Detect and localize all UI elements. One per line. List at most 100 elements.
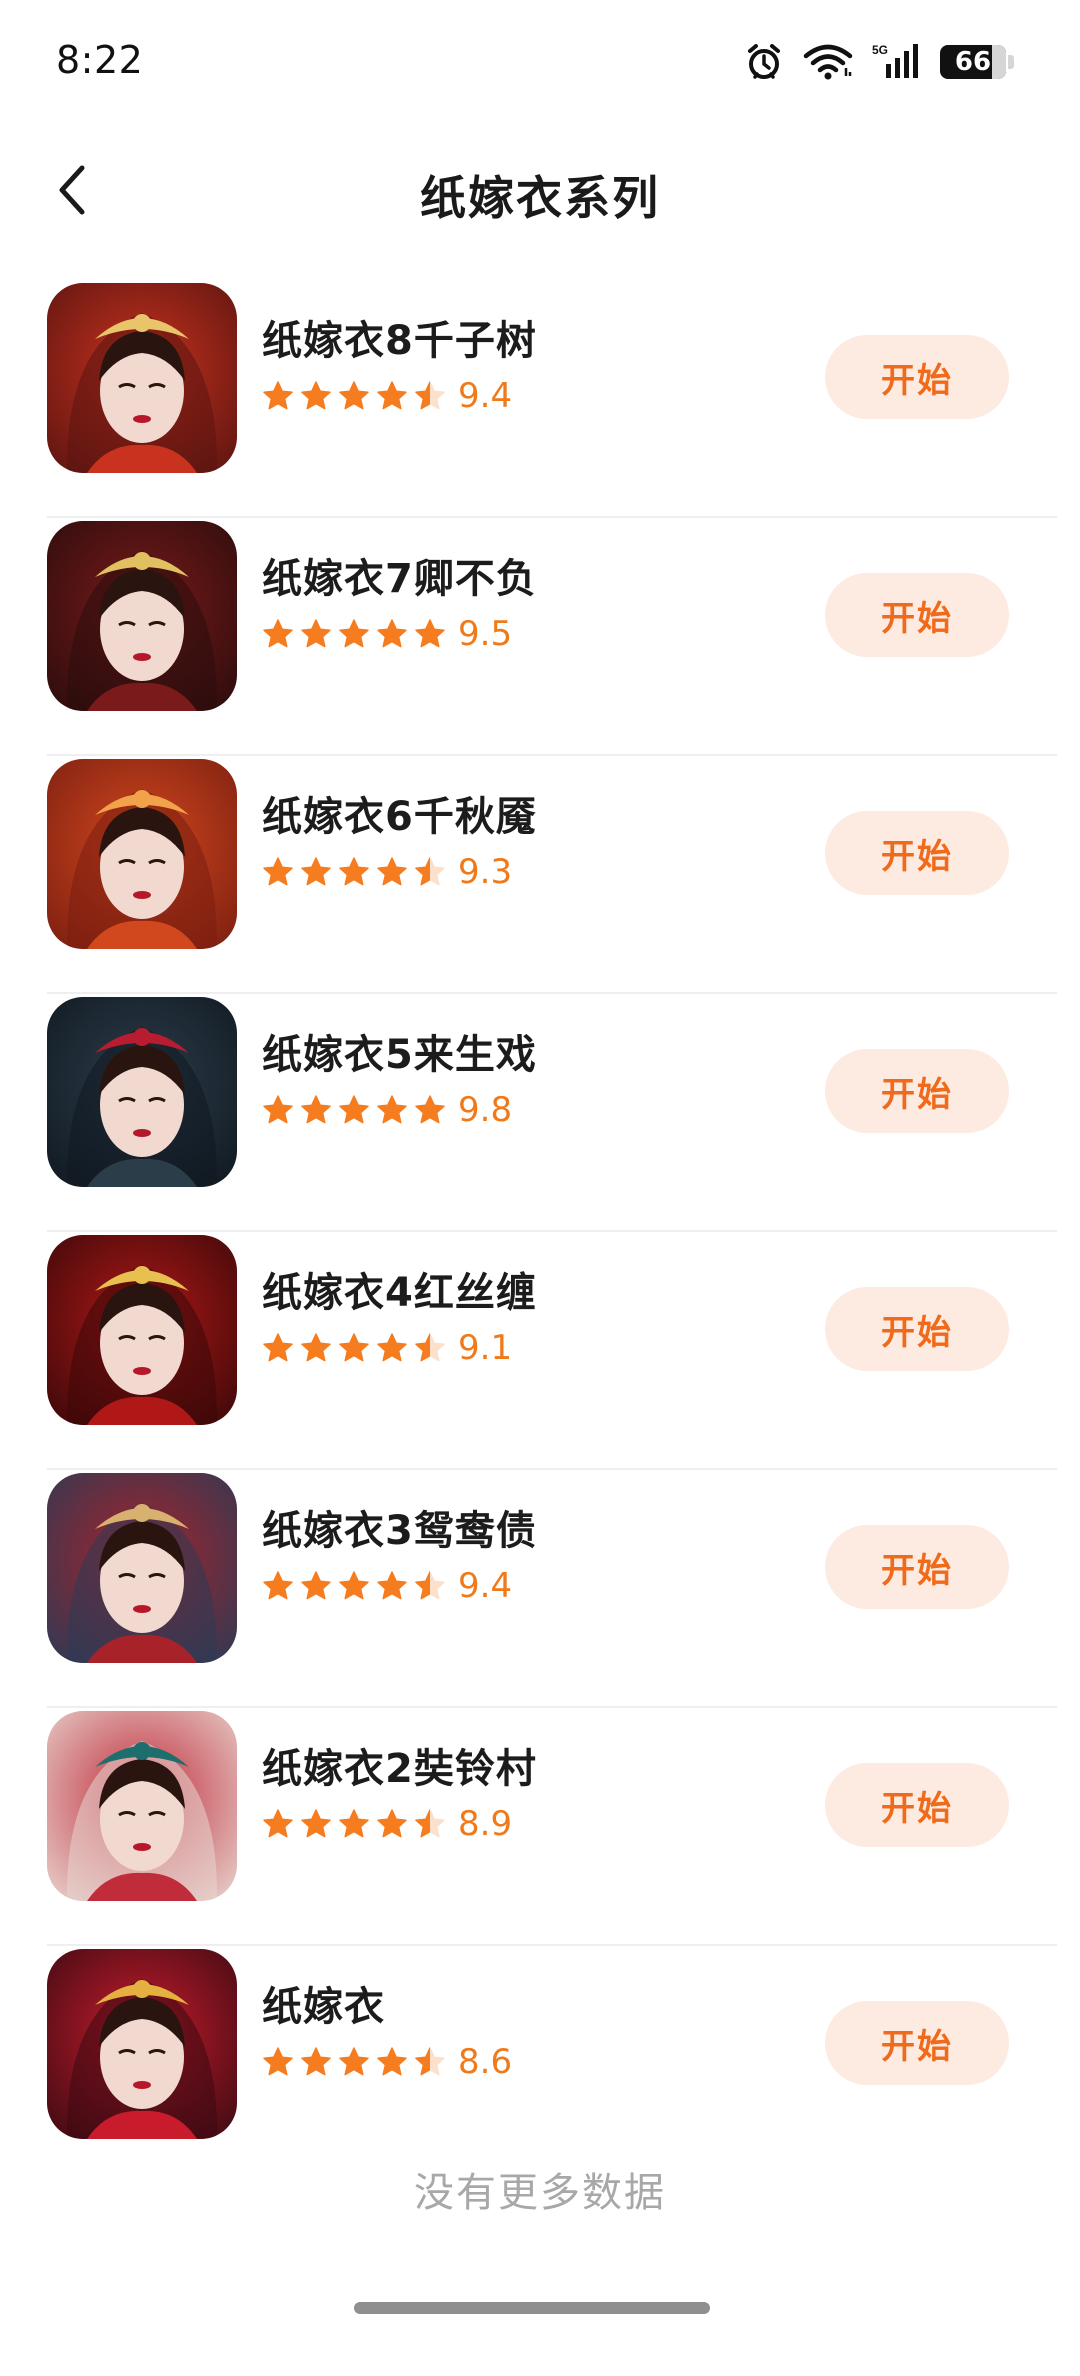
start-button[interactable]: 开始 (825, 811, 1009, 895)
game-cover-image[interactable] (47, 997, 237, 1187)
star-half-icon (415, 1571, 445, 1600)
game-list-item[interactable]: 纸嫁衣3鸳鸯债 9.4 开始 (47, 1470, 1057, 1708)
rating-row: 9.3 (262, 850, 512, 894)
game-cover-image[interactable] (47, 759, 237, 949)
rating-score: 9.1 (458, 1328, 513, 1368)
game-title: 纸嫁衣2奘铃村 (262, 1746, 537, 1792)
header: 纸嫁衣系列 (0, 140, 1080, 240)
star-full-icon (301, 2047, 331, 2076)
rating-row: 9.4 (262, 1564, 512, 1608)
rating-score: 9.4 (458, 1566, 513, 1606)
star-full-icon (263, 2047, 293, 2076)
star-full-icon (339, 1571, 369, 1600)
star-rating (262, 618, 446, 650)
rating-row: 9.1 (262, 1326, 512, 1370)
game-cover-image[interactable] (47, 1711, 237, 1901)
game-list-item[interactable]: 纸嫁衣8千子树 9.4 开始 (47, 280, 1057, 518)
star-full-icon (263, 1095, 293, 1124)
status-icons: 5G 66 (744, 40, 1014, 84)
game-list-item[interactable]: 纸嫁衣 8.6 开始 (47, 1946, 1057, 2184)
game-list-item[interactable]: 纸嫁衣2奘铃村 8.9 开始 (47, 1708, 1057, 1946)
star-full-icon (301, 619, 331, 648)
game-cover-image[interactable] (47, 521, 237, 711)
game-title: 纸嫁衣3鸳鸯债 (262, 1508, 537, 1554)
rating-score: 9.4 (458, 376, 513, 416)
star-rating (262, 1094, 446, 1126)
star-half-icon (415, 2047, 445, 2076)
star-full-icon (263, 619, 293, 648)
game-cover-image[interactable] (47, 283, 237, 473)
star-full-icon (339, 381, 369, 410)
star-full-icon (377, 1095, 407, 1124)
start-button[interactable]: 开始 (825, 1287, 1009, 1371)
start-button[interactable]: 开始 (825, 573, 1009, 657)
star-rating (262, 1570, 446, 1602)
cellular-signal-icon: 5G (872, 42, 922, 82)
start-button[interactable]: 开始 (825, 1049, 1009, 1133)
star-full-icon (377, 2047, 407, 2076)
star-rating (262, 2046, 446, 2078)
star-full-icon (263, 1333, 293, 1362)
rating-row: 9.8 (262, 1088, 512, 1132)
game-list-item[interactable]: 纸嫁衣5来生戏 9.8 开始 (47, 994, 1057, 1232)
star-rating (262, 1808, 446, 1840)
game-list-item[interactable]: 纸嫁衣4红丝缠 9.1 开始 (47, 1232, 1057, 1470)
star-full-icon (263, 1809, 293, 1838)
star-full-icon (339, 619, 369, 648)
star-full-icon (415, 619, 445, 648)
star-half-icon (415, 857, 445, 886)
game-title: 纸嫁衣5来生戏 (262, 1032, 537, 1078)
status-bar: 8:22 5G 66 (0, 0, 1080, 120)
game-list-item[interactable]: 纸嫁衣7卿不负 9.5 开始 (47, 518, 1057, 756)
rating-row: 9.5 (262, 612, 512, 656)
star-full-icon (339, 2047, 369, 2076)
star-full-icon (301, 857, 331, 886)
game-list: 纸嫁衣8千子树 9.4 开始 纸嫁衣7卿不负 9.5 开始 纸嫁衣6千秋魇 9.3 开始 纸嫁衣5… (0, 280, 1080, 2184)
star-full-icon (263, 857, 293, 886)
home-indicator[interactable] (354, 2302, 710, 2314)
start-button[interactable]: 开始 (825, 2001, 1009, 2085)
game-title: 纸嫁衣4红丝缠 (262, 1270, 537, 1316)
star-full-icon (301, 381, 331, 410)
game-title: 纸嫁衣7卿不负 (262, 556, 537, 602)
star-rating (262, 1332, 446, 1364)
star-full-icon (377, 619, 407, 648)
game-title: 纸嫁衣6千秋魇 (262, 794, 537, 840)
star-half-icon (415, 381, 445, 410)
rating-score: 8.6 (458, 2042, 513, 2082)
rating-score: 9.8 (458, 1090, 513, 1130)
game-cover-image[interactable] (47, 1473, 237, 1663)
svg-text:5G: 5G (872, 43, 888, 57)
star-half-icon (415, 1809, 445, 1838)
wifi-icon (802, 42, 854, 82)
rating-row: 8.9 (262, 1802, 512, 1846)
start-button[interactable]: 开始 (825, 335, 1009, 419)
game-title: 纸嫁衣8千子树 (262, 318, 537, 364)
star-full-icon (339, 857, 369, 886)
star-full-icon (263, 381, 293, 410)
star-full-icon (377, 381, 407, 410)
star-full-icon (301, 1571, 331, 1600)
rating-row: 9.4 (262, 374, 512, 418)
battery-icon: 66 (940, 43, 1014, 81)
start-button[interactable]: 开始 (825, 1525, 1009, 1609)
rating-score: 9.3 (458, 852, 513, 892)
game-cover-image[interactable] (47, 1235, 237, 1425)
game-list-item[interactable]: 纸嫁衣6千秋魇 9.3 开始 (47, 756, 1057, 994)
star-full-icon (301, 1809, 331, 1838)
no-more-data-text: 没有更多数据 (414, 2170, 666, 2216)
star-full-icon (377, 1809, 407, 1838)
game-title: 纸嫁衣 (262, 1984, 385, 2030)
star-full-icon (339, 1333, 369, 1362)
start-button[interactable]: 开始 (825, 1763, 1009, 1847)
star-full-icon (339, 1095, 369, 1124)
game-cover-image[interactable] (47, 1949, 237, 2139)
page-title: 纸嫁衣系列 (420, 171, 660, 225)
star-full-icon (263, 1571, 293, 1600)
star-full-icon (301, 1333, 331, 1362)
star-full-icon (339, 1809, 369, 1838)
star-full-icon (377, 1333, 407, 1362)
star-rating (262, 856, 446, 888)
rating-row: 8.6 (262, 2040, 512, 2084)
star-full-icon (377, 1571, 407, 1600)
